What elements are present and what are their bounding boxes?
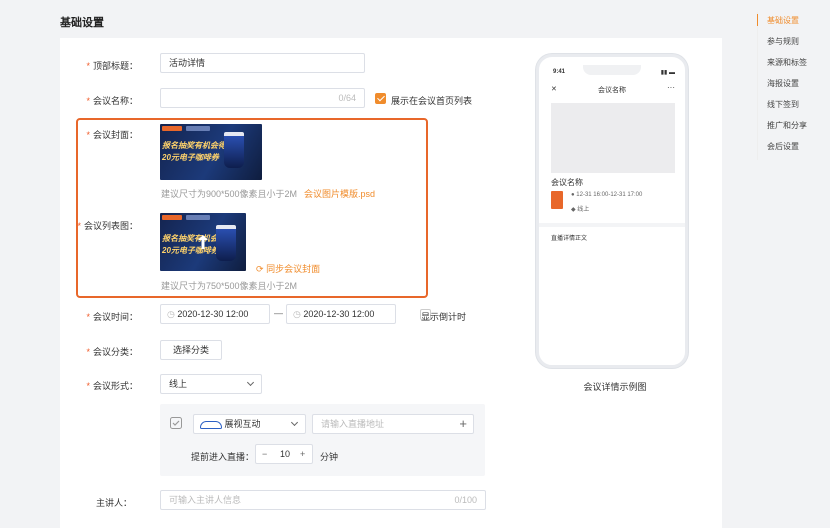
more-icon: ···	[667, 83, 675, 92]
list-image-label: * 会议列表图：	[77, 221, 138, 231]
advance-unit: 分钟	[320, 452, 339, 462]
active-indicator	[757, 14, 758, 26]
plus-button[interactable]: +	[300, 445, 305, 463]
form-select[interactable]: 线上	[160, 374, 262, 394]
nav-item-poster-settings[interactable]: 海报设置	[767, 78, 799, 89]
chevron-down-icon	[290, 418, 299, 427]
status-time: 9:41	[553, 69, 566, 75]
select-category-button[interactable]: 选择分类	[160, 340, 222, 360]
nav-item-basic-settings[interactable]: 基础设置	[767, 15, 799, 26]
advance-value: 10	[280, 449, 291, 459]
cover-label: * 会议封面：	[86, 130, 138, 140]
speaker-label: 主讲人：	[95, 498, 132, 508]
nav-item-offline-checkin[interactable]: 线下签到	[767, 99, 799, 110]
speaker-counter: 0/100	[454, 495, 477, 505]
meeting-name-counter: 0/64	[338, 93, 356, 103]
cover-image[interactable]: 报名抽奖有机会得 20元电子咖啡券	[160, 124, 262, 180]
nav-item-post-meeting[interactable]: 会后设置	[767, 141, 799, 152]
preview-location: ◆ 线上	[571, 207, 590, 213]
sync-icon: ⟳	[256, 264, 264, 274]
time-label: * 会议时间：	[86, 312, 138, 322]
preview-divider	[539, 223, 685, 227]
chevron-down-icon	[246, 378, 255, 387]
battery-icon: ▮▮ ▬	[660, 70, 675, 76]
page-title: 基础设置	[60, 17, 104, 29]
cover-template-link[interactable]: 会议图片模版.psd	[304, 187, 375, 200]
meeting-name-label: * 会议名称：	[86, 96, 138, 106]
preview-time: ● 12-31 16:00-12-31 17:00	[571, 192, 643, 198]
live-address-input[interactable]: 请输入直播地址 +	[312, 414, 474, 434]
nav-item-participation-rules[interactable]: 参与规则	[767, 36, 799, 47]
advance-label: 提前进入直播：	[191, 452, 255, 462]
list-image[interactable]: 报名抽奖有机会得 20元电子咖啡券	[160, 213, 246, 271]
meeting-name-input[interactable]: 0/64	[160, 88, 365, 108]
countdown-label: 显示倒计时	[421, 312, 467, 322]
clock-icon: ◷	[167, 309, 175, 319]
add-icon[interactable]: +	[459, 415, 467, 433]
start-time-input[interactable]: ◷ 2020-12-30 12:00	[160, 304, 270, 324]
time-dot-icon: ●	[571, 192, 575, 198]
upload-arrow-icon	[198, 235, 208, 249]
phone-preview: 9:41 ▮▮ ▬ ✕ 会议名称 ··· 会议名称 ● 12-31 16:00-…	[536, 54, 688, 368]
preview-meeting-name: 会议名称	[551, 178, 583, 187]
sync-cover-link[interactable]: ⟳ 同步会议封面	[256, 262, 320, 275]
provider-logo-icon	[200, 420, 222, 429]
time-separator: —	[274, 308, 283, 318]
nav-item-promotion-share[interactable]: 推广和分享	[767, 120, 807, 131]
preview-cover-placeholder	[551, 103, 675, 173]
show-on-home-checkbox[interactable]	[375, 93, 386, 105]
preview-caption: 会议详情示例图	[583, 382, 647, 392]
phone-notch	[583, 65, 641, 75]
provider-select[interactable]: 展视互动	[193, 414, 306, 434]
end-time-input[interactable]: ◷ 2020-12-30 12:00	[286, 304, 396, 324]
advance-stepper[interactable]: − 10 +	[255, 444, 313, 464]
nav-item-source-tags[interactable]: 来源和标签	[767, 57, 807, 68]
preview-thumb	[551, 191, 563, 209]
show-on-home-label: 展示在会议首页列表	[391, 96, 473, 106]
minus-button[interactable]: −	[262, 445, 267, 463]
top-title-input[interactable]: 活动详情	[160, 53, 365, 73]
live-icon	[170, 417, 182, 429]
speaker-input[interactable]: 可输入主讲人信息 0/100	[160, 490, 486, 510]
preview-nav-title: 会议名称	[598, 87, 626, 94]
form-label: * 会议形式：	[86, 381, 138, 391]
list-image-hint: 建议尺寸为750*500像素且小于2M	[161, 281, 298, 291]
cover-hint: 建议尺寸为900*500像素且小于2M	[161, 189, 298, 199]
top-title-label: * 顶部标题：	[86, 61, 138, 71]
preview-detail-text: 直播详情正文	[551, 236, 588, 242]
category-label: * 会议分类：	[86, 347, 138, 357]
clock-icon: ◷	[293, 309, 301, 319]
location-icon: ◆	[571, 207, 576, 213]
